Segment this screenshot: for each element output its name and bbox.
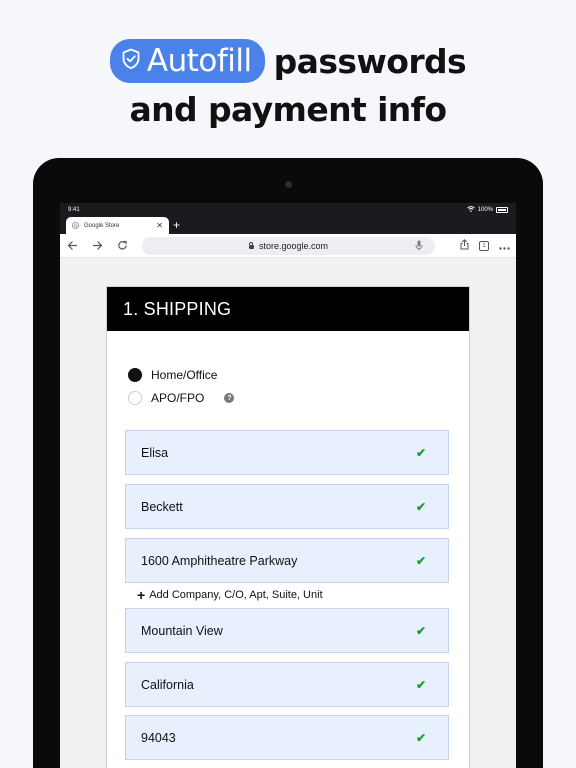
battery-icon [496, 207, 508, 213]
tab-google-store[interactable]: G Google Store ✕ [66, 217, 169, 234]
microphone-icon[interactable] [415, 240, 423, 253]
section-title: 1. SHIPPING [107, 287, 469, 331]
lock-icon [248, 242, 254, 249]
checkmark-icon: ✔ [415, 730, 426, 745]
radio-unselected-icon[interactable] [128, 391, 142, 405]
checkmark-icon: ✔ [415, 623, 426, 638]
field-value: California [141, 677, 194, 692]
help-icon[interactable]: ? [224, 393, 235, 403]
new-tab-button[interactable]: + [173, 217, 180, 234]
checkmark-icon: ✔ [415, 445, 426, 460]
last-name-field[interactable]: Beckett ✔ [125, 484, 449, 529]
front-camera [285, 181, 292, 188]
more-menu-icon[interactable] [499, 237, 510, 255]
status-bar: 9:41 100% [60, 203, 516, 217]
share-icon[interactable] [460, 237, 469, 255]
status-time: 9:41 [68, 207, 80, 213]
field-value: Elisa [141, 445, 169, 460]
field-value: Beckett [141, 499, 183, 514]
shipping-form: 1. SHIPPING Home/Office APO/FPO ? Elisa … [106, 286, 470, 768]
browser-toolbar: store.google.com 1 [60, 234, 516, 258]
wifi-icon [466, 206, 475, 214]
add-address-line-link[interactable]: + Add Company, C/O, Apt, Suite, Unit [137, 587, 323, 603]
radio-home-office[interactable]: Home/Office [128, 368, 217, 382]
checkmark-icon: ✔ [415, 499, 426, 514]
state-field[interactable]: California ✔ [125, 662, 449, 707]
badge-label: Autofill [146, 43, 252, 79]
web-page: 1. SHIPPING Home/Office APO/FPO ? Elisa … [60, 258, 516, 768]
tab-strip: G Google Store ✕ + [60, 217, 516, 234]
field-value: Mountain View [141, 623, 223, 638]
back-icon[interactable] [60, 240, 85, 251]
tab-switcher-button[interactable]: 1 [479, 241, 489, 251]
tablet-screen: 9:41 100% G Google Store ✕ + store.googl… [60, 203, 516, 768]
add-address-line-label: Add Company, C/O, Apt, Suite, Unit [149, 589, 323, 601]
city-field[interactable]: Mountain View ✔ [125, 608, 449, 653]
shield-check-icon [121, 48, 141, 75]
radio-label: APO/FPO [151, 391, 205, 405]
reload-icon[interactable] [110, 240, 135, 251]
radio-label: Home/Office [151, 368, 218, 382]
first-name-field[interactable]: Elisa ✔ [125, 430, 449, 475]
close-icon[interactable]: ✕ [156, 221, 163, 230]
plus-icon: + [137, 587, 146, 603]
headline-line2: and payment info [129, 90, 447, 129]
forward-icon[interactable] [85, 240, 110, 251]
autofill-badge: Autofill [109, 39, 265, 83]
field-value: 94043 [141, 730, 176, 745]
address-bar[interactable]: store.google.com [142, 237, 435, 255]
radio-selected-icon[interactable] [128, 368, 142, 382]
tab-title: Google Store [84, 222, 120, 229]
radio-apo-fpo[interactable]: APO/FPO ? [128, 391, 235, 405]
zip-field[interactable]: 94043 ✔ [125, 715, 449, 760]
checkmark-icon: ✔ [415, 677, 426, 692]
field-value: 1600 Amphitheatre Parkway [141, 553, 298, 568]
headline: Autofill passwords and payment info [0, 38, 576, 134]
address-field[interactable]: 1600 Amphitheatre Parkway ✔ [125, 538, 449, 583]
checkmark-icon: ✔ [415, 553, 426, 568]
favicon-icon: G [72, 222, 79, 229]
battery-percent: 100% [477, 207, 493, 213]
url-text: store.google.com [258, 241, 329, 251]
headline-line1: passwords [273, 41, 467, 81]
